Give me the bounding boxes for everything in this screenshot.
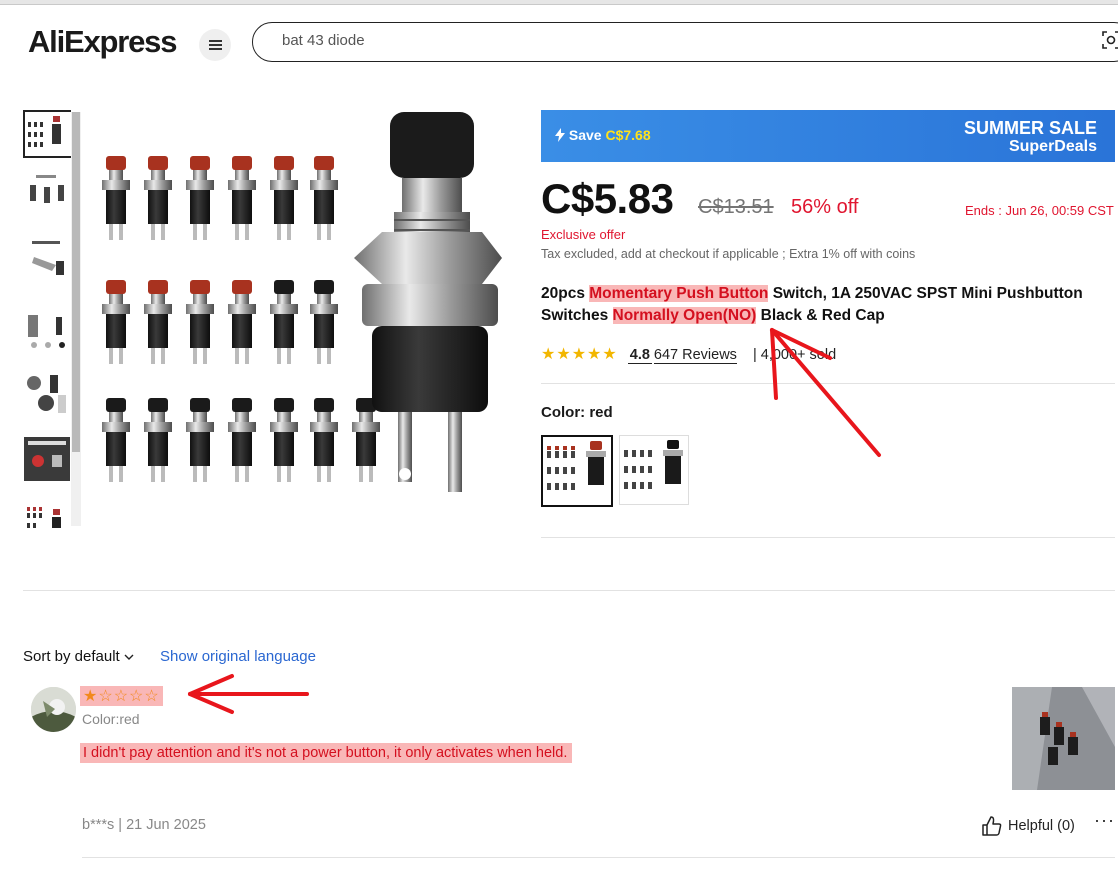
reviews-link[interactable]: 647 Reviews — [653, 347, 737, 364]
helpful-button[interactable]: Helpful (0) — [982, 816, 1075, 836]
thumbnail-5[interactable] — [23, 370, 71, 416]
rating-score[interactable]: 4.8 — [627, 347, 652, 364]
current-price: C$5.83 — [541, 175, 674, 222]
camera-search-icon[interactable] — [1102, 31, 1118, 49]
review-photo[interactable] — [1012, 687, 1115, 790]
color-option-red[interactable] — [541, 435, 613, 507]
banner-subtitle: SuperDeals — [1008, 138, 1097, 155]
sort-dropdown[interactable]: Sort by default — [23, 648, 134, 665]
thumbnail-7[interactable] — [23, 502, 71, 528]
discount-label: 56% off — [791, 196, 859, 218]
rating-stars: ★★★★★ — [541, 346, 618, 363]
color-label: Color: red — [541, 404, 613, 421]
thumbnail-6[interactable] — [23, 436, 71, 482]
divider — [23, 590, 1115, 591]
thumbs-up-icon — [982, 816, 1002, 836]
thumbnail-2[interactable] — [23, 172, 71, 218]
reviewer-avatar — [31, 687, 76, 732]
original-price: C$13.51 — [698, 196, 774, 218]
search-input[interactable] — [280, 31, 1084, 50]
thumbnail-scrollbar[interactable] — [71, 112, 81, 526]
review-author-date: b***s | 21 Jun 2025 — [82, 817, 206, 833]
exclusive-offer: Exclusive offer — [541, 227, 626, 242]
product-title: 20pcs Momentary Push Button Switch, 1A 2… — [541, 285, 1083, 324]
banner-title: SUMMER SALE — [963, 118, 1097, 138]
review-rating-stars: ★☆☆☆☆ — [80, 686, 163, 706]
search-bar[interactable] — [252, 22, 1118, 62]
thumbnail-3[interactable] — [23, 238, 71, 284]
more-options-button[interactable]: ··· — [1094, 810, 1115, 831]
save-amount: Save C$7.68 — [555, 127, 651, 143]
main-product-image[interactable] — [92, 108, 510, 528]
sold-count: | 4,000+ sold — [752, 347, 837, 363]
show-original-language-link[interactable]: Show original language — [160, 648, 316, 665]
review-color: Color:red — [82, 711, 140, 727]
menu-icon — [208, 44, 222, 46]
thumbnail-list — [23, 110, 71, 528]
rating-row: ★★★★★ 4.8 647 Reviews | 4,000+ sold — [541, 344, 836, 364]
tax-note: Tax excluded, add at checkout if applica… — [541, 247, 916, 261]
sale-end-time: Ends : Jun 26, 00:59 CST — [965, 203, 1114, 218]
divider — [541, 383, 1115, 384]
divider — [82, 857, 1115, 858]
browser-top-strip — [0, 0, 1118, 5]
aliexpress-logo[interactable]: AliExpress — [28, 24, 177, 60]
thumbnail-4[interactable] — [23, 306, 71, 352]
summer-sale-banner[interactable]: Save C$7.68 SUMMER SALE SuperDeals — [541, 110, 1115, 162]
lightning-icon — [555, 128, 565, 142]
divider — [541, 537, 1115, 538]
chevron-down-icon — [124, 654, 134, 660]
thumbnail-1[interactable] — [23, 110, 71, 158]
color-option-black[interactable] — [619, 435, 689, 505]
menu-button[interactable] — [199, 29, 231, 61]
review-text: I didn't pay attention and it's not a po… — [80, 743, 573, 763]
